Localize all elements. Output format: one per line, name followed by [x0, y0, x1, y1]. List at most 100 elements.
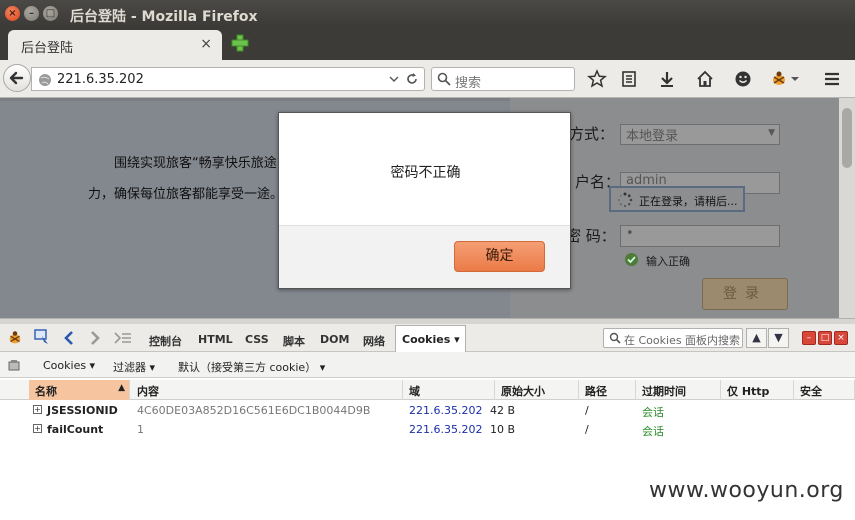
- devtools-search-input[interactable]: 在 Cookies 面板内搜索: [603, 328, 743, 348]
- login-method-value: 本地登录: [626, 129, 679, 144]
- cookie-domain: 221.6.35.202: [409, 404, 483, 417]
- search-icon: [609, 332, 621, 344]
- default-policy-menu[interactable]: 默认（接受第三方 cookie） ▾: [178, 359, 325, 375]
- firebug-logo-icon[interactable]: [6, 329, 24, 347]
- cookie-jar-icon[interactable]: [7, 358, 21, 372]
- cookie-size: 42 B: [490, 404, 516, 417]
- login-method-label: 方式：: [569, 125, 615, 143]
- password-field[interactable]: •: [620, 225, 780, 247]
- select-arrow-icon: ▼: [768, 128, 775, 138]
- tab-html[interactable]: HTML: [198, 333, 233, 346]
- window-title: 后台登陆 - Mozilla Firefox: [70, 9, 258, 25]
- table-row[interactable]: + JSESSIONID 4C60DE03A852D16C561E6DC1B00…: [0, 401, 855, 420]
- back-arrow-icon: [9, 71, 24, 85]
- navigation-toolbar: 221.6.35.202 搜索: [0, 60, 855, 98]
- column-domain[interactable]: 域: [403, 380, 495, 400]
- window-minimize-button[interactable]: –: [24, 6, 39, 21]
- inspect-element-icon[interactable]: [33, 328, 51, 346]
- search-icon: [437, 72, 451, 86]
- cookie-content: 1: [137, 423, 144, 436]
- watermark: www.wooyun.org: [649, 478, 844, 503]
- tab-console[interactable]: 控制台: [149, 333, 182, 349]
- devtools-detach-button[interactable]: □: [818, 331, 832, 345]
- password-label: 密 码：: [566, 227, 616, 245]
- browser-tab[interactable]: 后台登陆 ×: [8, 30, 222, 60]
- sort-asc-icon: ▲: [118, 383, 125, 393]
- command-line-icon[interactable]: [113, 331, 133, 345]
- alert-dialog: 密码不正确 确定: [278, 112, 571, 289]
- url-text: 221.6.35.202: [57, 72, 144, 87]
- window-close-button[interactable]: ×: [5, 6, 20, 21]
- devtools-close-button[interactable]: ×: [834, 331, 848, 345]
- tab-net[interactable]: 网络: [363, 333, 385, 349]
- globe-icon: [39, 74, 51, 86]
- column-content[interactable]: 内容: [131, 380, 403, 400]
- devtools-minimize-button[interactable]: –: [802, 331, 816, 345]
- tab-cookies[interactable]: Cookies ▾: [395, 325, 466, 352]
- dialog-ok-button[interactable]: 确定: [454, 241, 545, 272]
- tab-dom[interactable]: DOM: [320, 333, 349, 346]
- cookie-path: /: [585, 423, 589, 436]
- reading-list-icon[interactable]: [619, 69, 639, 89]
- expand-icon[interactable]: +: [33, 405, 42, 414]
- search-placeholder: 搜索: [455, 76, 482, 91]
- url-bar[interactable]: 221.6.35.202: [31, 67, 425, 91]
- filter-menu[interactable]: 过滤器 ▾: [113, 359, 155, 375]
- search-input[interactable]: 搜索: [431, 67, 575, 91]
- page-scrollbar[interactable]: [839, 98, 855, 318]
- devtools-search-placeholder: 在 Cookies 面板内搜索: [624, 334, 741, 347]
- column-path[interactable]: 路径: [579, 380, 636, 400]
- tab-css[interactable]: CSS: [245, 333, 269, 346]
- login-method-select[interactable]: 本地登录 ▼: [620, 124, 780, 145]
- search-prev-button[interactable]: ▲: [746, 328, 767, 348]
- table-row[interactable]: + failCount 1 221.6.35.202 10 B / 会话: [0, 420, 855, 439]
- smiley-icon[interactable]: [733, 69, 753, 89]
- cookie-size: 10 B: [490, 423, 516, 436]
- cookie-domain: 221.6.35.202: [409, 423, 483, 436]
- column-raw-size[interactable]: 原始大小: [495, 380, 579, 400]
- tab-close-icon[interactable]: ×: [200, 36, 212, 52]
- tab-strip: 后台登陆 ×: [0, 28, 855, 60]
- new-tab-plus-icon[interactable]: [231, 34, 249, 52]
- window-titlebar: × – □ 后台登陆 - Mozilla Firefox: [0, 0, 855, 28]
- column-name[interactable]: 名称 ▲: [29, 380, 130, 400]
- valid-hint: 输入正确: [646, 255, 690, 268]
- login-submit-button[interactable]: 登录: [702, 278, 788, 310]
- search-next-button[interactable]: ▼: [768, 328, 789, 348]
- cookie-path: /: [585, 404, 589, 417]
- cookies-table-header: 名称 ▲ 内容 域 原始大小 路径 过期时间 仅 Http 安全: [0, 380, 855, 400]
- password-value: •: [626, 226, 634, 241]
- bookmark-star-icon[interactable]: [587, 69, 607, 89]
- home-icon[interactable]: [695, 69, 715, 89]
- loading-text: 正在登录，请稍后...: [639, 195, 738, 208]
- cookie-name: JSESSIONID: [47, 404, 118, 417]
- download-icon[interactable]: [657, 69, 677, 89]
- tab-script[interactable]: 脚本: [283, 333, 305, 349]
- firebug-icon[interactable]: [769, 69, 789, 89]
- cookies-subtoolbar: Cookies ▾ 过滤器 ▾ 默认（接受第三方 cookie） ▾: [0, 352, 855, 378]
- intro-text: 围绕实现旅客“畅享快乐旅途”努力，确保每位旅客都能享受一途。: [88, 156, 297, 202]
- loading-indicator: 正在登录，请稍后...: [609, 186, 745, 212]
- cookie-expires: 会话: [642, 406, 664, 419]
- dialog-footer: 确定: [279, 225, 570, 288]
- expand-icon[interactable]: +: [33, 424, 42, 433]
- cookie-name: failCount: [47, 423, 104, 436]
- column-secure[interactable]: 安全: [794, 380, 855, 400]
- back-button[interactable]: [3, 64, 31, 92]
- reload-icon[interactable]: [405, 72, 419, 86]
- window-maximize-button[interactable]: □: [43, 6, 58, 21]
- spinner-icon: [618, 192, 633, 208]
- cookie-expires: 会话: [642, 425, 664, 438]
- dropdown-arrow-icon[interactable]: [389, 74, 399, 84]
- column-http-only[interactable]: 仅 Http: [721, 380, 794, 400]
- nav-forward-icon[interactable]: [88, 330, 102, 346]
- dialog-message: 密码不正确: [390, 165, 461, 181]
- cookies-menu[interactable]: Cookies ▾: [43, 359, 95, 372]
- nav-back-icon[interactable]: [62, 330, 76, 346]
- menu-hamburger-icon[interactable]: [822, 69, 842, 89]
- column-expires[interactable]: 过期时间: [636, 380, 721, 400]
- firebug-menu-arrow-icon[interactable]: [790, 74, 800, 84]
- cookie-content: 4C60DE03A852D16C561E6DC1B0044D9B: [137, 404, 371, 417]
- scrollbar-thumb[interactable]: [842, 108, 852, 168]
- tab-label: 后台登陆: [21, 41, 74, 56]
